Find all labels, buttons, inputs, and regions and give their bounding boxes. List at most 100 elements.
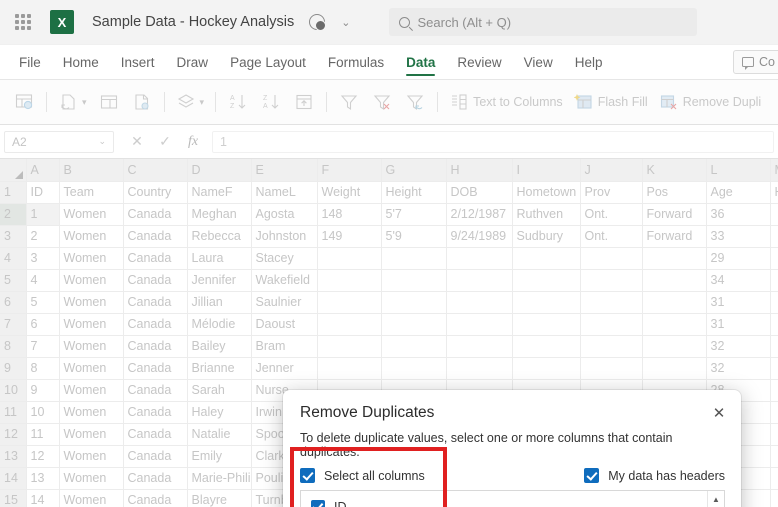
table-cell[interactable]: 36 xyxy=(706,203,771,226)
tab-view[interactable]: View xyxy=(513,48,564,76)
table-cell[interactable] xyxy=(446,269,513,292)
table-cell[interactable] xyxy=(446,357,513,380)
table-cell[interactable] xyxy=(381,313,447,336)
table-cell[interactable] xyxy=(770,269,778,292)
table-cell[interactable] xyxy=(770,401,778,424)
row-header-7[interactable]: 7 xyxy=(0,313,27,336)
table-cell[interactable]: Laura xyxy=(187,247,252,270)
tab-file[interactable]: File xyxy=(8,48,52,76)
table-cell[interactable]: Women xyxy=(59,401,124,424)
comments-button[interactable]: Co xyxy=(733,50,778,74)
tab-help[interactable]: Help xyxy=(564,48,614,76)
row-header-9[interactable]: 9 xyxy=(0,357,27,380)
table-cell[interactable]: 32 xyxy=(706,357,771,380)
table-cell[interactable] xyxy=(770,291,778,314)
table-cell[interactable]: Stacey xyxy=(251,247,318,270)
table-cell[interactable]: Women xyxy=(59,247,124,270)
table-cell[interactable]: 33 xyxy=(706,225,771,248)
table-cell[interactable] xyxy=(770,335,778,358)
table-cell[interactable] xyxy=(512,269,581,292)
table-cell[interactable]: Canada xyxy=(123,225,188,248)
table-cell[interactable] xyxy=(642,247,707,270)
formula-input[interactable]: 1 xyxy=(212,130,774,153)
column-header-A[interactable]: A xyxy=(26,159,60,182)
table-cell[interactable]: 10 xyxy=(26,401,60,424)
table-cell[interactable]: Hometown xyxy=(512,181,581,204)
sort-dialog-button[interactable] xyxy=(288,86,320,118)
table-cell[interactable]: 5 xyxy=(26,291,60,314)
table-cell[interactable]: Pos xyxy=(642,181,707,204)
table-cell[interactable]: Sarah xyxy=(187,379,252,402)
tab-insert[interactable]: Insert xyxy=(110,48,166,76)
table-cell[interactable]: 31 xyxy=(706,291,771,314)
table-cell[interactable]: 34 xyxy=(706,269,771,292)
column-header-B[interactable]: B xyxy=(59,159,124,182)
table-cell[interactable]: Prov xyxy=(580,181,643,204)
table-cell[interactable] xyxy=(642,269,707,292)
remove-duplicates-button[interactable]: Remove Dupli xyxy=(654,86,767,118)
table-cell[interactable]: Age xyxy=(706,181,771,204)
table-cell[interactable] xyxy=(446,335,513,358)
table-cell[interactable]: Canada xyxy=(123,247,188,270)
table-cell[interactable]: Jillian xyxy=(187,291,252,314)
table-cell[interactable] xyxy=(446,247,513,270)
table-cell[interactable] xyxy=(317,313,382,336)
table-cell[interactable] xyxy=(770,379,778,402)
table-cell[interactable]: Canada xyxy=(123,379,188,402)
table-cell[interactable]: Canada xyxy=(123,291,188,314)
table-cell[interactable]: 9 xyxy=(26,379,60,402)
table-cell[interactable]: Canada xyxy=(123,489,188,507)
table-cell[interactable]: Women xyxy=(59,445,124,468)
cancel-formula-icon[interactable]: ✕ xyxy=(124,130,150,154)
table-cell[interactable]: He xyxy=(770,181,778,204)
table-cell[interactable] xyxy=(512,291,581,314)
table-cell[interactable]: 32 xyxy=(706,335,771,358)
scroll-up-icon[interactable]: ▲ xyxy=(708,491,725,507)
column-header-I[interactable]: I xyxy=(512,159,581,182)
table-cell[interactable]: Women xyxy=(59,357,124,380)
column-header-J[interactable]: J xyxy=(580,159,643,182)
table-cell[interactable] xyxy=(580,269,643,292)
table-cell[interactable] xyxy=(580,247,643,270)
table-cell[interactable]: Women xyxy=(59,291,124,314)
table-cell[interactable] xyxy=(317,247,382,270)
table-cell[interactable]: Daoust xyxy=(251,313,318,336)
row-header-12[interactable]: 12 xyxy=(0,423,27,446)
table-cell[interactable]: Brianne xyxy=(187,357,252,380)
column-header-C[interactable]: C xyxy=(123,159,188,182)
table-cell[interactable]: Haley xyxy=(187,401,252,424)
table-cell[interactable] xyxy=(512,247,581,270)
insert-function-icon[interactable]: fx xyxy=(180,130,206,154)
table-cell[interactable]: Saulnier xyxy=(251,291,318,314)
table-cell[interactable]: 8 xyxy=(26,357,60,380)
table-cell[interactable]: 149 xyxy=(317,225,382,248)
table-cell[interactable]: Ont. xyxy=(580,225,643,248)
table-cell[interactable]: 31 xyxy=(706,313,771,336)
table-cell[interactable]: 5'9 xyxy=(381,225,447,248)
table-cell[interactable] xyxy=(642,291,707,314)
reapply-filter-button[interactable] xyxy=(399,86,431,118)
column-header-G[interactable]: G xyxy=(381,159,447,182)
table-cell[interactable] xyxy=(512,357,581,380)
row-header-8[interactable]: 8 xyxy=(0,335,27,358)
table-cell[interactable] xyxy=(642,313,707,336)
table-cell[interactable] xyxy=(770,489,778,507)
table-cell[interactable]: Canada xyxy=(123,445,188,468)
table-cell[interactable]: Bram xyxy=(251,335,318,358)
column-header-D[interactable]: D xyxy=(187,159,252,182)
table-cell[interactable]: Blayre xyxy=(187,489,252,507)
table-cell[interactable]: Bailey xyxy=(187,335,252,358)
table-cell[interactable] xyxy=(770,225,778,248)
table-cell[interactable]: 6 xyxy=(26,313,60,336)
table-cell[interactable] xyxy=(512,313,581,336)
table-cell[interactable]: 11 xyxy=(26,423,60,446)
table-cell[interactable] xyxy=(770,423,778,446)
table-cell[interactable]: Forward xyxy=(642,225,707,248)
table-cell[interactable] xyxy=(317,335,382,358)
table-cell[interactable]: Agosta xyxy=(251,203,318,226)
column-header-M[interactable]: M xyxy=(770,159,778,182)
table-cell[interactable]: 29 xyxy=(706,247,771,270)
tab-draw[interactable]: Draw xyxy=(166,48,220,76)
select-all-corner[interactable] xyxy=(0,159,27,182)
row-header-3[interactable]: 3 xyxy=(0,225,27,248)
